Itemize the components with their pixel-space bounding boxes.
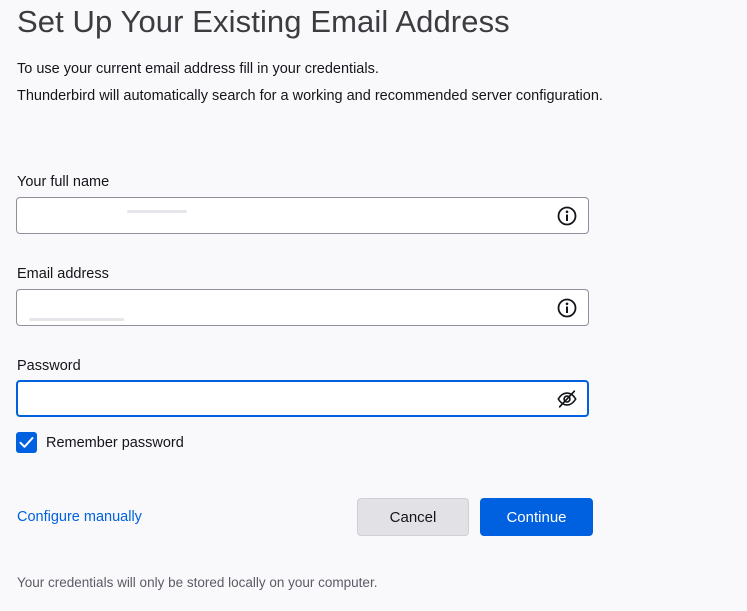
- account-setup-page: Set Up Your Existing Email Address To us…: [0, 0, 747, 611]
- credentials-note: Your credentials will only be stored loc…: [17, 575, 378, 590]
- email-label: Email address: [17, 266, 109, 282]
- email-field-box: [16, 289, 589, 326]
- remember-password-label[interactable]: Remember password: [46, 435, 184, 451]
- configure-manually-link[interactable]: Configure manually: [17, 509, 142, 525]
- full-name-label: Your full name: [17, 174, 110, 190]
- checkmark-icon: [19, 437, 34, 448]
- info-icon[interactable]: [556, 297, 578, 319]
- cancel-button[interactable]: Cancel: [357, 498, 469, 536]
- info-icon[interactable]: [556, 205, 578, 227]
- full-name-input[interactable]: [25, 198, 545, 233]
- password-label: Password: [17, 358, 81, 374]
- full-name-field-box: [16, 197, 589, 234]
- password-input[interactable]: [25, 382, 545, 415]
- eye-slash-icon[interactable]: [556, 388, 578, 410]
- remember-password-row[interactable]: Remember password: [16, 432, 184, 453]
- page-title: Set Up Your Existing Email Address: [17, 4, 510, 39]
- redacted-text-mark: [127, 210, 187, 213]
- continue-button[interactable]: Continue: [480, 498, 593, 536]
- redacted-text-mark: [29, 318, 124, 321]
- remember-password-checkbox[interactable]: [16, 432, 37, 453]
- description-line-2: Thunderbird will automatically search fo…: [17, 88, 603, 104]
- description-line-1: To use your current email address fill i…: [17, 61, 379, 77]
- password-field-box: [16, 380, 589, 417]
